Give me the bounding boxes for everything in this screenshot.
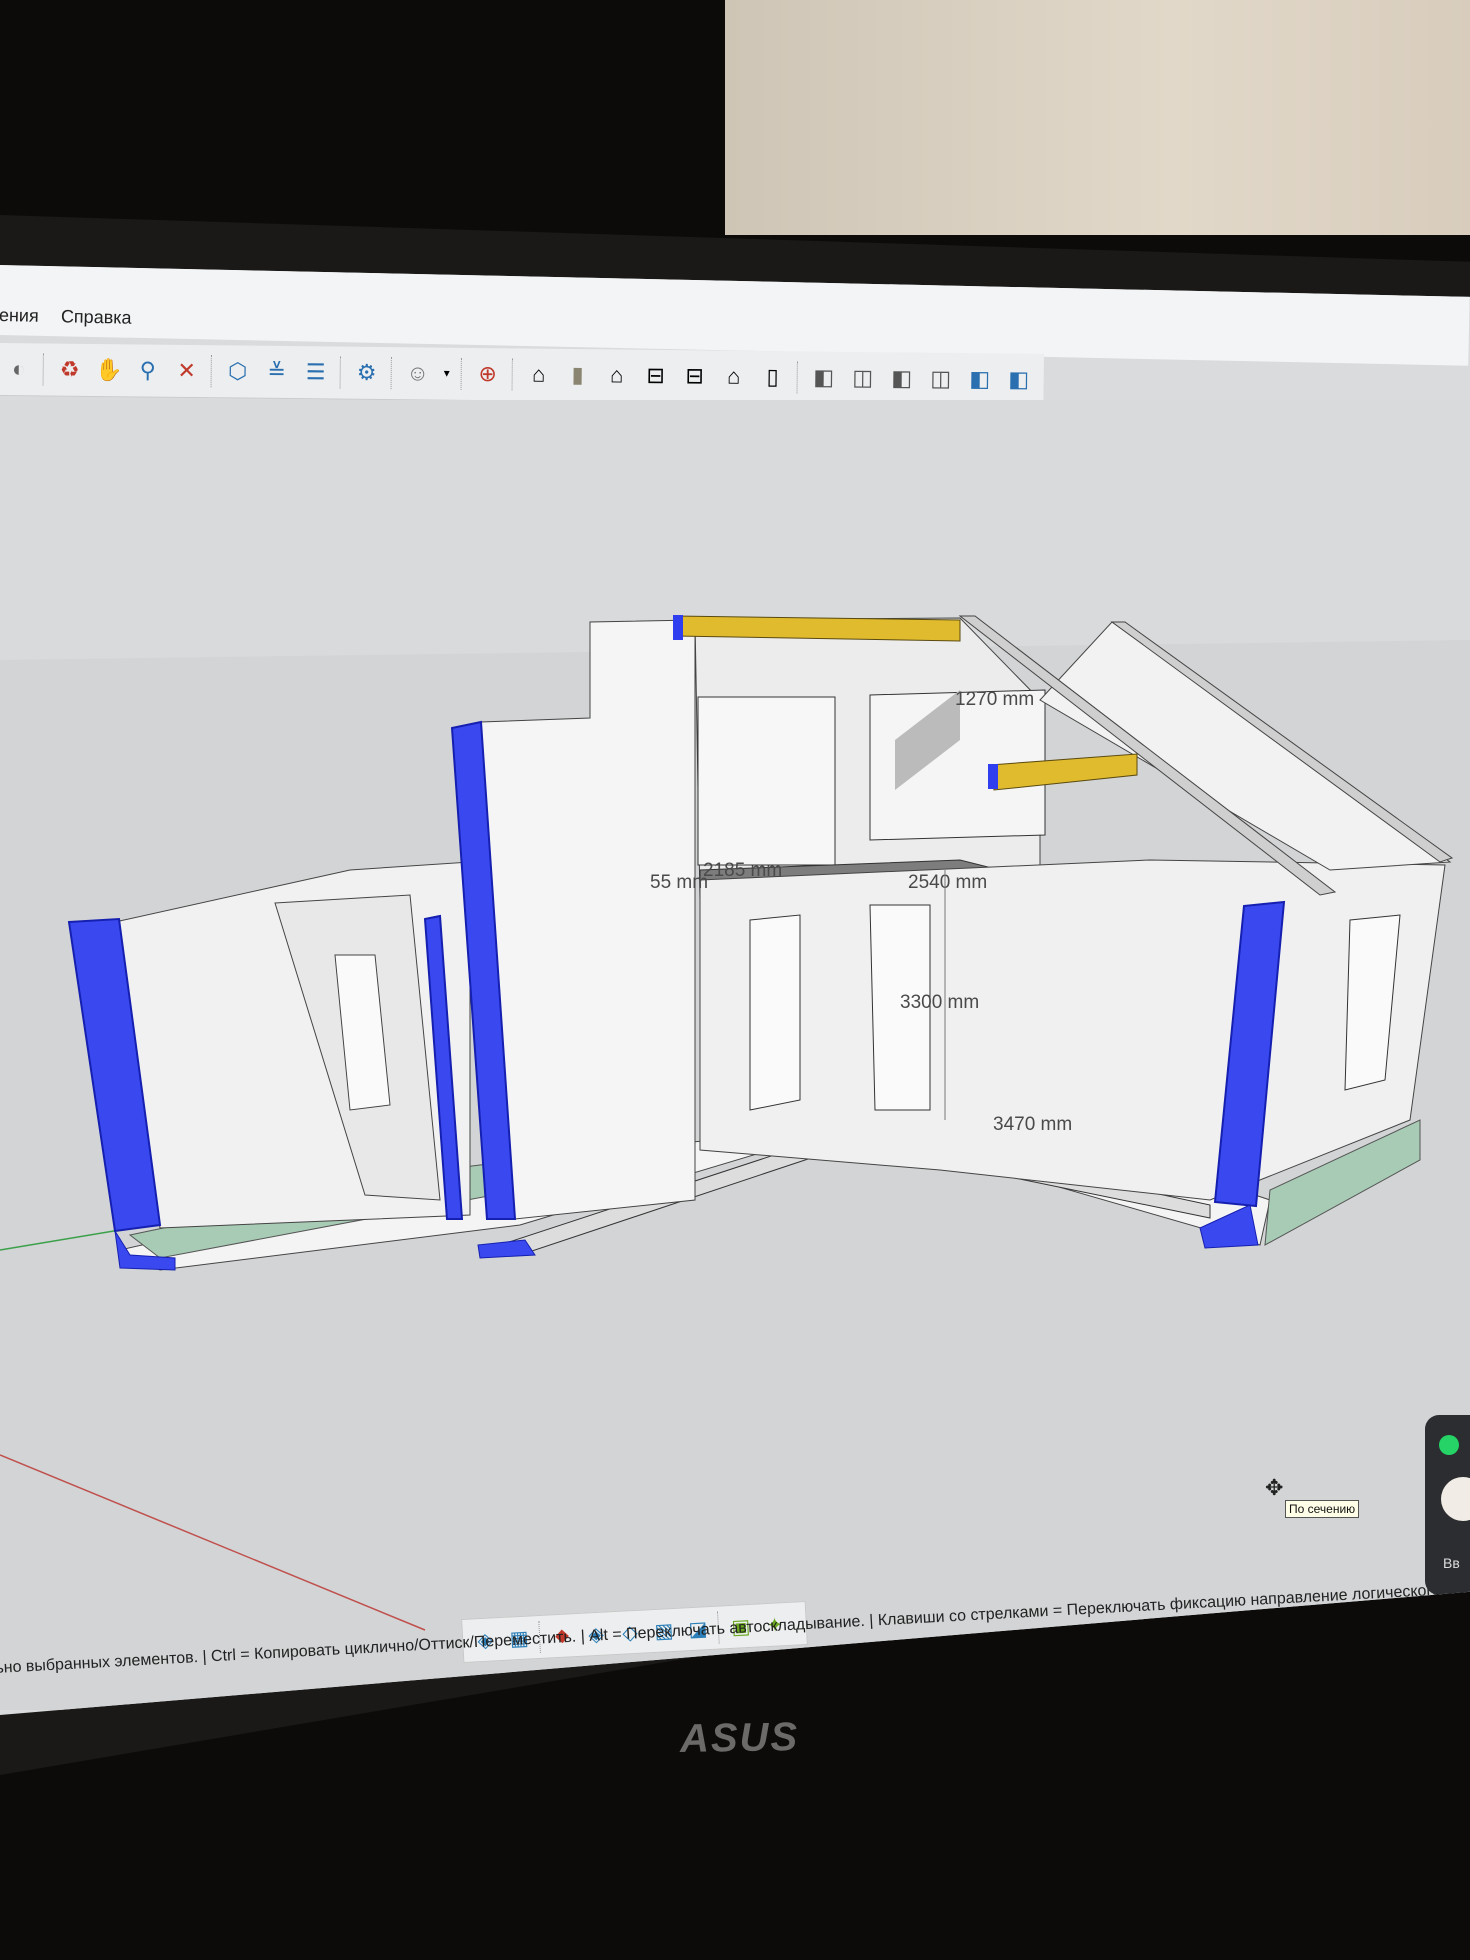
dimension-label[interactable]: 3300 mm — [900, 992, 979, 1013]
shaded-textures-icon[interactable]: ◧ — [965, 364, 995, 394]
section-settings-icon[interactable]: ⚙ — [352, 358, 382, 388]
main-toolbar: ◐ ♻ ✋ ⚲ ✕ ⬡ ≚ ☰ ⚙ ☺ ▼ ⊕ ⌂ ▮ ⌂ ⊟ ⊟ ⌂ ▯ ◧ … — [0, 343, 1044, 407]
bottom-view-icon[interactable]: ▯ — [758, 362, 788, 392]
3d-viewport[interactable]: 1270 mm 2185 mm 55 mm 2540 mm 3300 mm 34… — [0, 400, 1470, 1710]
user-dropdown-icon[interactable]: ▼ — [442, 359, 452, 389]
chat-avatar[interactable] — [1441, 1477, 1470, 1521]
inference-tooltip: По сечению — [1285, 1500, 1360, 1518]
hand-pan-icon[interactable]: ✋ — [94, 355, 124, 385]
monochrome-icon[interactable]: ◧ — [1004, 365, 1034, 395]
toolbar-separator — [390, 357, 394, 390]
sketchup-window: ения Справка ◐ ♻ ✋ ⚲ ✕ ⬡ ≚ ☰ ⚙ ☺ ▼ ⊕ ⌂ ▮… — [0, 265, 1470, 1715]
paint-bucket-icon[interactable]: ♻ — [55, 355, 85, 385]
zoom-extents-icon[interactable]: ✕ — [172, 356, 202, 386]
toolbar-separator — [460, 357, 464, 390]
user-account-icon[interactable]: ☺ — [403, 358, 433, 388]
toolbar-separator — [210, 355, 214, 388]
dimension-label[interactable]: 3470 mm — [993, 1114, 1072, 1135]
move-cursor-icon: ✥ — [1265, 1475, 1284, 1500]
ground-floor-walls — [699, 859, 1446, 1201]
desk-background — [725, 0, 1470, 235]
whatsapp-widget[interactable]: Вв — [1425, 1415, 1470, 1595]
toolbar-separator — [796, 361, 800, 394]
layers-icon[interactable]: ☰ — [301, 357, 331, 387]
toolbar-separator — [339, 356, 343, 389]
dimension-label[interactable]: 1270 mm — [955, 689, 1034, 710]
toolbar-separator — [511, 358, 515, 391]
toolbar-separator — [42, 353, 46, 386]
whatsapp-input-hint[interactable]: Вв — [1443, 1555, 1460, 1571]
geo-location-icon[interactable]: ⊕ — [473, 359, 503, 389]
front-view-icon[interactable]: ⌂ — [602, 360, 632, 390]
door-opening — [749, 914, 801, 1111]
left-view-icon[interactable]: ⌂ — [719, 362, 749, 392]
top-view-icon[interactable]: ▮ — [563, 360, 593, 390]
yellow-beam[interactable] — [674, 615, 961, 642]
model-canvas[interactable]: 1270 mm 2185 mm 55 mm 2540 mm 3300 mm 34… — [0, 400, 1470, 1710]
xray-icon[interactable]: ◧ — [809, 362, 839, 392]
menu-item-help[interactable]: Справка — [61, 306, 132, 328]
whatsapp-icon[interactable] — [1439, 1435, 1459, 1455]
monitor-brand-logo: ASUS — [679, 1714, 800, 1762]
right-view-icon[interactable]: ⊟ — [641, 361, 671, 391]
wireframe-icon[interactable]: ◫ — [848, 363, 878, 393]
section-plane-icon[interactable]: ⬡ — [223, 356, 253, 386]
dimension-label[interactable]: 2540 mm — [908, 872, 987, 893]
beam-end-selected[interactable] — [673, 615, 683, 640]
dimension-label[interactable]: 55 mm — [650, 872, 708, 893]
hidden-line-icon[interactable]: ◧ — [887, 363, 917, 393]
iso-view-icon[interactable]: ⌂ — [524, 359, 554, 389]
shaded-icon[interactable]: ◫ — [926, 364, 956, 394]
zoom-icon[interactable]: ⚲ — [133, 355, 163, 385]
section-fill-icon[interactable]: ≚ — [262, 357, 292, 387]
upper-window — [697, 696, 836, 866]
beam-end-selected[interactable] — [988, 764, 998, 789]
dimension-label[interactable]: 2185 mm — [703, 860, 782, 881]
back-view-icon[interactable]: ⊟ — [680, 361, 710, 391]
menu-item-view[interactable]: ения — [0, 305, 39, 327]
orbit-partial-icon[interactable]: ◐ — [4, 354, 34, 384]
